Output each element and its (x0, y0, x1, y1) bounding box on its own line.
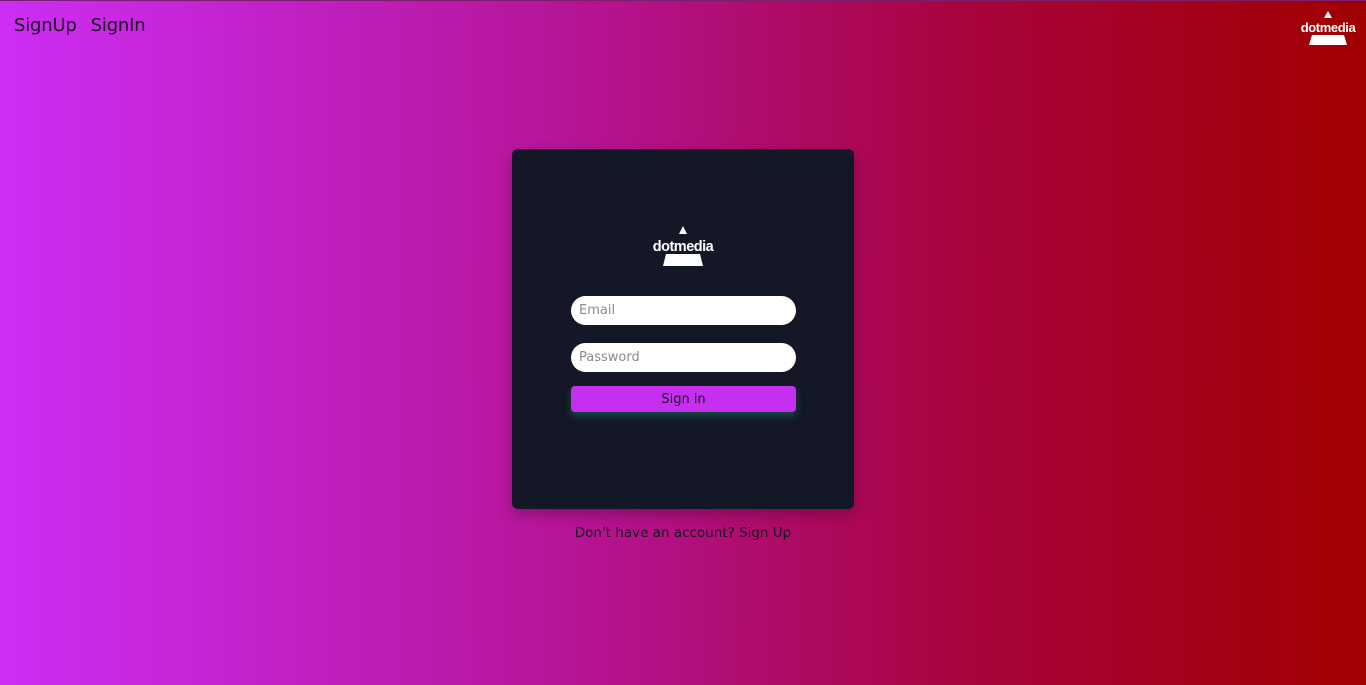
nav-signin-link[interactable]: SignIn (91, 15, 146, 36)
top-border (0, 0, 1366, 1)
top-nav: SignUp SignIn (14, 15, 146, 36)
signup-prompt-text: Don't have an account? (574, 525, 735, 541)
dotmedia-logo-icon: dotmedia (653, 226, 714, 266)
nav-signup-link[interactable]: SignUp (14, 15, 77, 36)
brand-logo-text: dotmedia (1301, 20, 1356, 35)
dotmedia-logo-icon[interactable]: dotmedia (1300, 11, 1356, 45)
signin-card: dotmedia Sign in (512, 149, 854, 509)
signup-prompt: Don't have an account? Sign Up (0, 525, 1366, 541)
signin-button[interactable]: Sign in (571, 386, 796, 412)
card-logo-text: dotmedia (653, 239, 714, 255)
signup-link[interactable]: Sign Up (739, 525, 791, 541)
email-input[interactable] (571, 296, 796, 325)
password-input[interactable] (571, 343, 796, 372)
